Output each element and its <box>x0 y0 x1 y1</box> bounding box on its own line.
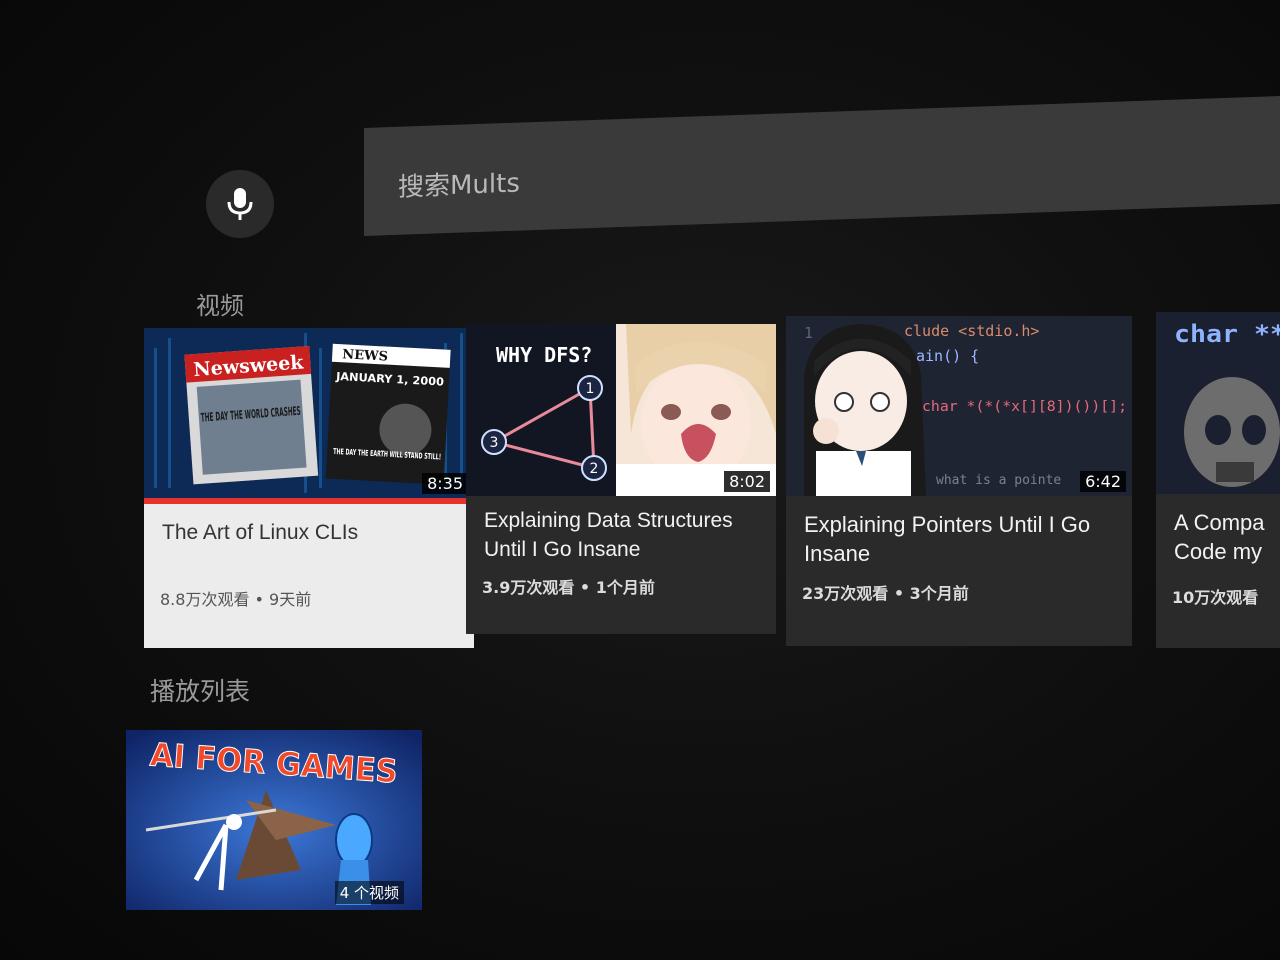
thumbnail-caption: WHY DFS? <box>496 343 592 367</box>
video-card-pointers[interactable]: 1 clude <stdio.h> ain() { char *(*(*x[][… <box>786 316 1132 646</box>
code-line-declaration: char *(*(*x[][8])())[]; <box>922 399 1127 415</box>
video-thumbnail: char ** <box>1156 312 1280 494</box>
search-bar[interactable]: 搜索Mults <box>364 95 1280 236</box>
playlists-section-title: 播放列表 <box>150 677 251 706</box>
playlist-video-count: 4 个视频 <box>334 881 404 904</box>
code-line-include: clude <stdio.h> <box>904 322 1039 340</box>
skull-code-thumbnail: char ** <box>1156 312 1280 494</box>
video-meta: 23万次观看 • 3个月前 <box>802 584 969 603</box>
code-line-comment: what is a pointe <box>936 473 1061 488</box>
video-thumbnail: 1 clude <stdio.h> ain() { char *(*(*x[][… <box>786 316 1132 496</box>
graph-node-2: 2 <box>590 461 599 477</box>
watch-progress-bar <box>144 498 474 504</box>
videos-section-title: 视频 <box>196 292 244 320</box>
video-title: Explaining Pointers Until I Go Insane <box>804 512 1091 566</box>
video-meta: 3.9万次观看 • 1个月前 <box>482 578 655 597</box>
video-duration: 8:02 <box>724 471 770 492</box>
video-card-data-structures[interactable]: WHY DFS? 1 2 3 8:02 Explaining Data Stru… <box>466 324 776 634</box>
voice-search-button[interactable] <box>206 170 274 238</box>
pointers-code-thumbnail: 1 clude <stdio.h> ain() { char *(*(*x[][… <box>786 316 1132 496</box>
video-title: A Compa Code my <box>1174 510 1265 564</box>
video-card-linux-clis[interactable]: Newsweek THE DAY THE WORLD CRASHES NEWS … <box>144 328 474 648</box>
thumbnail-code-text: char ** <box>1174 320 1280 348</box>
news-masthead: NEWS <box>342 347 389 364</box>
graph-node-3: 3 <box>490 435 499 451</box>
video-thumbnail: WHY DFS? 1 2 3 8:02 <box>466 324 776 496</box>
video-card-partial[interactable]: char ** A Compa Code my 10万次观看 <box>1156 312 1280 648</box>
code-line-main: ain() { <box>916 347 979 365</box>
video-duration: 8:35 <box>422 473 468 494</box>
tv-screen: 搜索Mults 视频 Newsweek THE DAY THE WORLD CR… <box>0 0 1280 960</box>
video-title: Explaining Data Structures Until I Go In… <box>484 509 733 561</box>
video-title: The Art of Linux CLIs <box>162 521 359 544</box>
code-line-number: 1 <box>804 324 813 342</box>
video-thumbnail: Newsweek THE DAY THE WORLD CRASHES NEWS … <box>144 328 474 498</box>
search-input[interactable]: 搜索Mults <box>398 163 520 204</box>
video-meta: 8.8万次观看 • 9天前 <box>160 590 312 609</box>
playlist-card-ai-for-games[interactable]: AI FOR GAMES 4 个视频 <box>126 730 422 910</box>
microphone-icon <box>227 188 253 220</box>
video-duration: 6:42 <box>1080 471 1126 492</box>
video-meta: 10万次观看 <box>1172 588 1259 607</box>
anime-girl-art <box>804 324 926 496</box>
graph-node-1: 1 <box>586 381 595 397</box>
